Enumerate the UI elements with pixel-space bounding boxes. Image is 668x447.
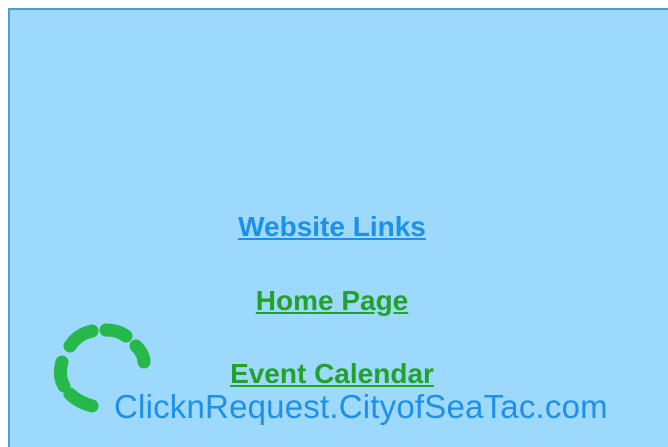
- clicknrequest-logo-text: ClicknRequest.CityofSeaTac.com: [114, 388, 608, 425]
- website-links-heading-link[interactable]: Website Links: [0, 211, 664, 243]
- home-page-link[interactable]: Home Page: [0, 285, 664, 317]
